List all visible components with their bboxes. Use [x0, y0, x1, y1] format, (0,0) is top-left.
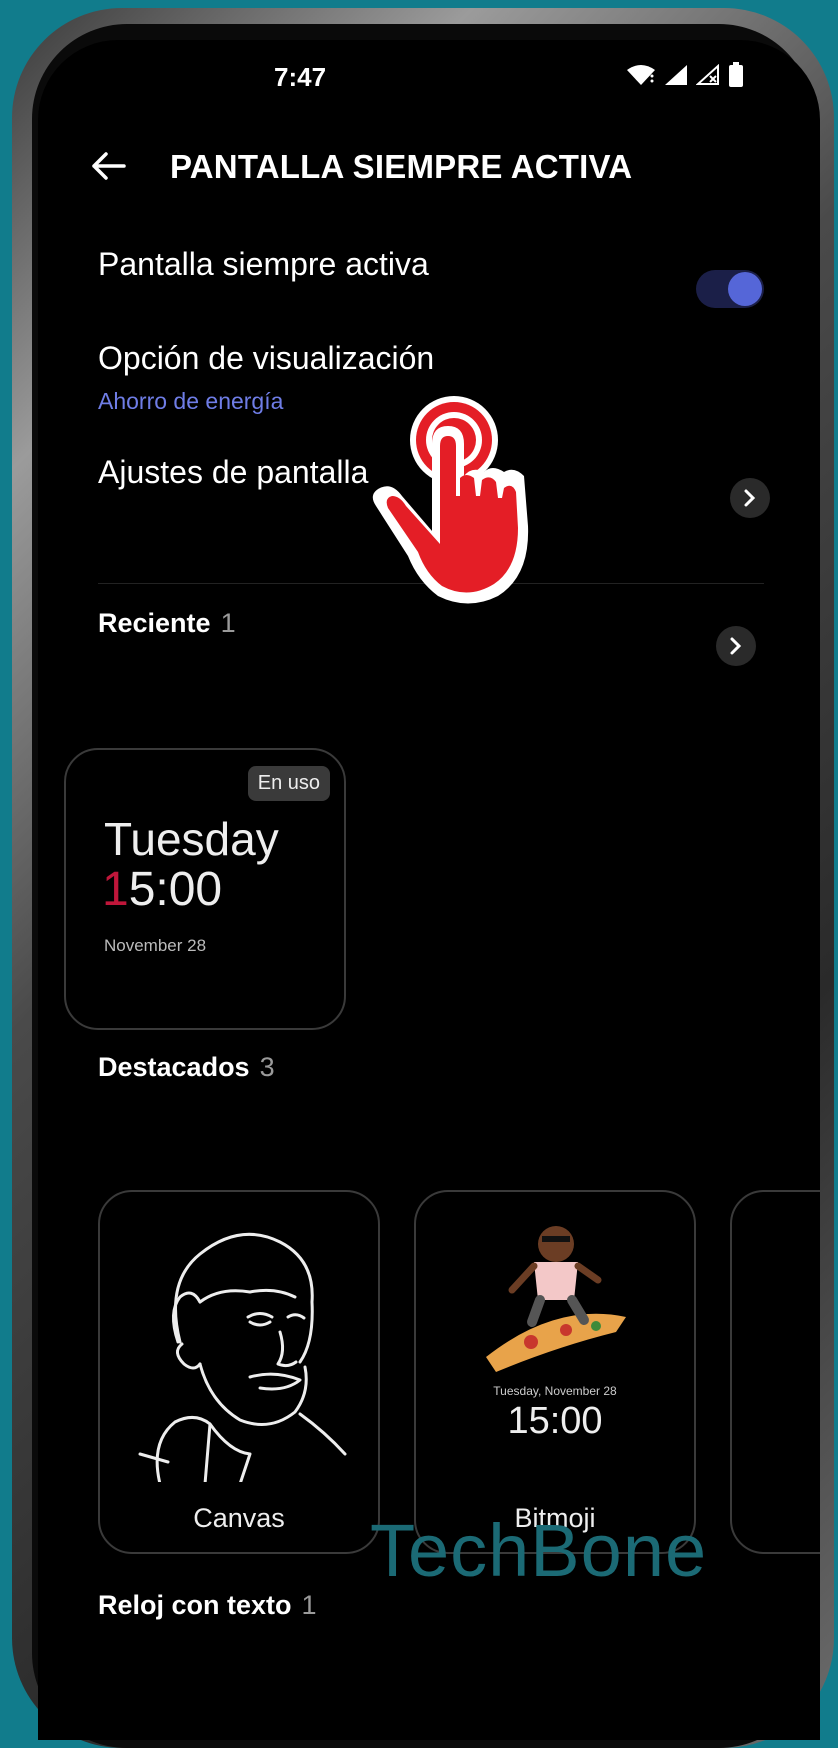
- canvas-card-label: Canvas: [193, 1503, 285, 1533]
- phone-screen: 7:47 PANTALLA SIEMPRE ACTIVA Pantalla si…: [38, 40, 820, 1740]
- clock-time-accent: 1: [102, 863, 129, 916]
- techbone-watermark: TechBone: [370, 1509, 708, 1592]
- recent-section-title: Reciente 1: [98, 608, 236, 639]
- canvas-card[interactable]: Canvas: [98, 1190, 380, 1554]
- bitmoji-card-time: 15:00: [507, 1400, 603, 1442]
- recent-title: Reciente: [98, 608, 211, 638]
- text-clock-count: 1: [301, 1590, 317, 1620]
- bitmoji-pizza-surfer-icon: [486, 1226, 626, 1372]
- tap-pointer-hand-icon: [372, 396, 529, 604]
- text-clock-title: Reloj con texto: [98, 1590, 292, 1620]
- toggle-knob: [728, 272, 762, 306]
- signal-no-sim-icon: [696, 64, 719, 85]
- wifi-icon: [627, 65, 655, 85]
- bitmoji-card[interactable]: Tuesday, November 28 15:00 Bitmoji: [414, 1190, 696, 1554]
- signal-icon: [665, 65, 687, 85]
- clock-time-rest: 5:00: [128, 863, 223, 916]
- page-title: PANTALLA SIEMPRE ACTIVA: [170, 148, 633, 185]
- always-on-toggle[interactable]: [696, 270, 764, 308]
- screen-settings-label[interactable]: Ajustes de pantalla: [98, 454, 368, 491]
- display-option-value: Ahorro de energía: [98, 388, 284, 414]
- third-featured-card[interactable]: [730, 1190, 820, 1554]
- status-icons: [626, 62, 744, 88]
- recent-clock-card[interactable]: En uso Tuesday 15:00 November 28: [64, 748, 346, 1030]
- clock-day: Tuesday: [104, 813, 279, 865]
- back-arrow-icon[interactable]: [88, 146, 128, 186]
- screen-settings-chevron-button[interactable]: [730, 478, 770, 518]
- featured-title: Destacados: [98, 1052, 250, 1082]
- bitmoji-card-date: Tuesday, November 28: [493, 1384, 617, 1398]
- featured-section-title: Destacados 3: [98, 1052, 275, 1083]
- chevron-right-icon: [730, 637, 742, 655]
- clock-date: November 28: [104, 936, 207, 955]
- in-use-badge: En uso: [247, 766, 330, 801]
- always-on-label[interactable]: Pantalla siempre activa: [98, 246, 429, 283]
- chevron-right-icon: [744, 489, 756, 507]
- canvas-portrait-icon: [138, 1232, 347, 1482]
- clock-time: 15:00: [102, 862, 222, 917]
- battery-icon: [729, 62, 743, 87]
- recent-count: 1: [220, 608, 236, 638]
- featured-count: 3: [259, 1052, 275, 1082]
- text-clock-section-title: Reloj con texto 1: [98, 1590, 317, 1621]
- recent-chevron-button[interactable]: [716, 626, 756, 666]
- status-time: 7:47: [274, 62, 327, 92]
